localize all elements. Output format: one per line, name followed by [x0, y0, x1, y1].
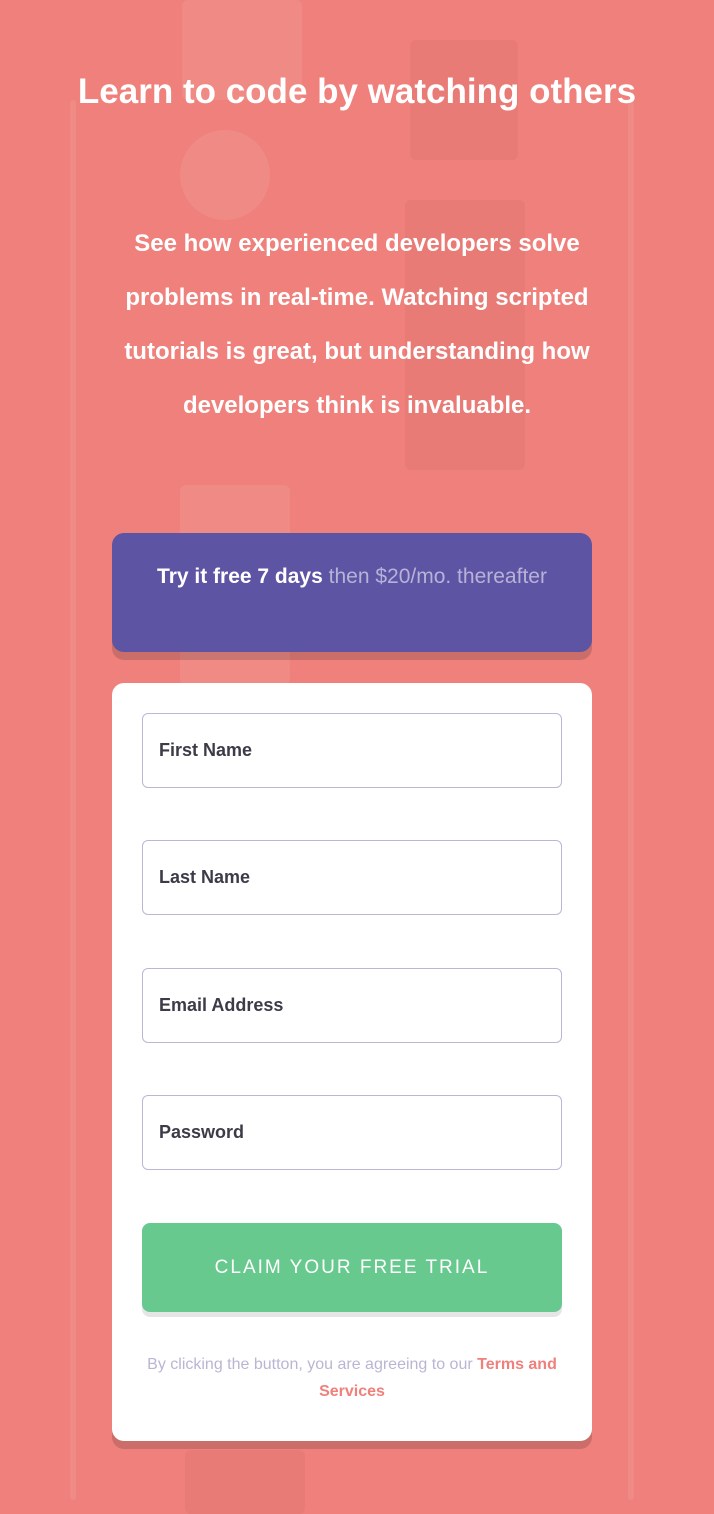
claim-trial-button[interactable]: CLAIM YOUR FREE TRIAL [142, 1223, 562, 1312]
first-name-input[interactable] [142, 713, 562, 788]
pricing-text: then $20/mo. thereafter [328, 565, 547, 588]
password-input[interactable] [142, 1095, 562, 1170]
legal-text: By clicking the button, you are agreeing… [142, 1351, 562, 1405]
trial-offer: Try it free 7 days [157, 565, 323, 588]
signup-form: CLAIM YOUR FREE TRIAL By clicking the bu… [112, 683, 592, 1441]
pricing-banner: Try it free 7 days then $20/mo. thereaft… [112, 533, 592, 652]
page-title: Learn to code by watching others [77, 72, 637, 111]
intro-text: See how experienced developers solve pro… [124, 230, 590, 419]
email-input[interactable] [142, 968, 562, 1043]
last-name-input[interactable] [142, 840, 562, 915]
legal-copy: By clicking the button, you are agreeing… [147, 1356, 473, 1373]
